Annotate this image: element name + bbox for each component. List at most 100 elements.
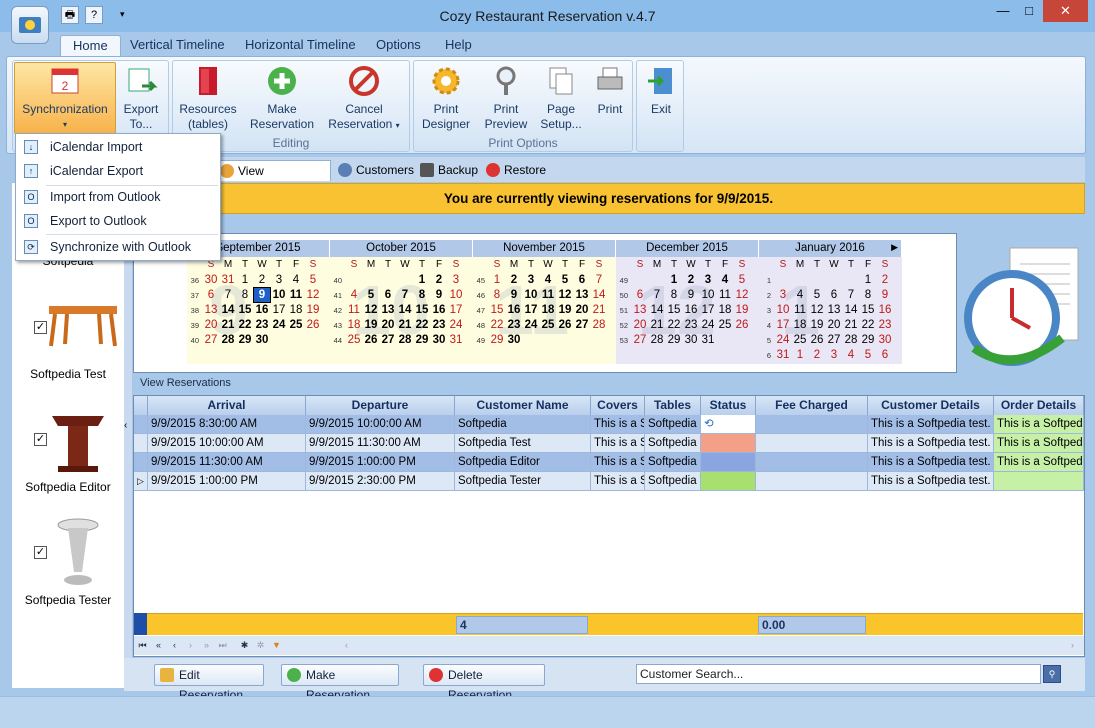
calendar-day[interactable]: 7 [843,288,859,302]
calendar-day[interactable]: 19 [363,318,379,332]
calendar-day[interactable]: 23 [683,318,699,332]
delete-reservation-button[interactable]: Delete Reservation [423,664,545,702]
calendar-day[interactable]: 7 [649,288,665,302]
calendar-day[interactable]: 6 [574,273,590,287]
calendar-day[interactable]: 4 [717,273,733,287]
calendar-day[interactable]: 16 [431,303,447,317]
calendar-day[interactable]: 16 [506,303,522,317]
calendar-day[interactable]: 9 [877,288,893,302]
make-reservation-bottom-button[interactable]: Make Reservation [281,664,399,702]
calendar-day[interactable]: 5 [557,273,573,287]
cell-arrival[interactable]: 9/9/2015 8:30:00 AM [148,415,306,434]
calendar-day[interactable]: 5 [734,273,750,287]
cell-departure[interactable]: 9/9/2015 2:30:00 PM [306,472,455,491]
calendar-day[interactable]: 19 [557,303,573,317]
hscroll-right-icon[interactable]: › [1066,639,1079,652]
table-row[interactable]: 9/9/2015 10:00:00 AM 9/9/2015 11:30:00 AM… [134,434,1084,453]
calendar-day[interactable]: 22 [489,318,505,332]
calendar-day[interactable]: 10 [523,288,539,302]
minimize-button[interactable]: — [990,0,1016,22]
calendar-day[interactable]: 18 [346,318,362,332]
calendar-day[interactable]: 15 [489,303,505,317]
calendar-day[interactable]: 13 [632,303,648,317]
calendar-day[interactable]: 16 [683,303,699,317]
tab-help[interactable]: Help [433,35,484,57]
calendar-day[interactable]: 11 [346,303,362,317]
resource-checkbox-2[interactable]: ✓ [34,321,47,334]
calendar-day[interactable]: 1 [414,273,430,287]
calendar-day[interactable]: 8 [666,288,682,302]
calendar-day[interactable]: 3 [448,273,464,287]
calendar-day[interactable]: 2 [877,273,893,287]
calendar-day[interactable]: 3 [523,273,539,287]
binoculars-icon[interactable]: ⚲ [1043,665,1061,683]
calendar-day[interactable]: 14 [591,288,607,302]
insert-record-icon[interactable]: ✱ [238,639,251,652]
exit-button[interactable]: Exit [640,64,682,117]
calendar-day[interactable]: 4 [288,273,304,287]
col-order-details[interactable]: Order Details [994,396,1084,415]
calendar-day[interactable]: 16 [254,303,270,317]
cell-arrival[interactable]: 9/9/2015 1:00:00 PM [148,472,306,491]
next-month-icon[interactable]: ▶ [891,242,898,253]
calendar-day[interactable]: 12 [305,288,321,302]
calendar-day[interactable]: 24 [448,318,464,332]
calendar-day[interactable]: 2 [506,273,522,287]
calendar-day[interactable]: 5 [860,348,876,362]
calendar-day[interactable]: 8 [489,288,505,302]
calendar-day[interactable]: 2 [431,273,447,287]
calendar-day[interactable]: 10 [775,303,791,317]
calendar-day[interactable]: 5 [305,273,321,287]
cell-fee[interactable] [756,415,868,434]
calendar-day[interactable]: 7 [397,288,413,302]
calendar-day[interactable]: 29 [414,333,430,347]
calendar-day[interactable]: 12 [734,288,750,302]
collapse-arrow-icon[interactable]: ‹ [124,420,127,431]
cell-order[interactable] [994,472,1084,491]
last-record-icon[interactable]: ⏭ [216,639,229,652]
maximize-button[interactable]: □ [1016,0,1042,22]
calendar-day[interactable]: 30 [203,273,219,287]
calendar-day[interactable]: 26 [305,318,321,332]
calendar-day[interactable]: 24 [775,333,791,347]
cell-tables[interactable]: Softpedia T [645,434,701,453]
cell-customer[interactable]: Softpedia Test [455,434,591,453]
close-button[interactable]: ✕ [1043,0,1088,22]
calendar-day[interactable]: 18 [792,318,808,332]
next-page-icon[interactable]: » [200,639,213,652]
calendar-day[interactable]: 26 [363,333,379,347]
calendar-day[interactable]: 20 [826,318,842,332]
calendar-day[interactable]: 15 [666,303,682,317]
cell-covers[interactable]: This is a Sc [591,472,645,491]
multi-insert-icon[interactable]: ✲ [254,639,267,652]
cell-covers[interactable]: This is a Sc [591,434,645,453]
col-arrival[interactable]: Arrival [148,396,306,415]
calendar-day[interactable]: 22 [237,318,253,332]
calendar-day[interactable]: 6 [203,288,219,302]
calendar-day[interactable]: 23 [254,318,270,332]
cell-tables[interactable]: Softpedia E [645,453,701,472]
calendar-day[interactable]: 20 [380,318,396,332]
cancel-reservation-button[interactable]: Cancel Reservation ▾ [324,64,404,133]
calendar-day[interactable]: 1 [666,273,682,287]
calendar-day[interactable]: 27 [632,333,648,347]
calendar-day[interactable]: 28 [591,318,607,332]
calendar-day[interactable]: 30 [506,333,522,347]
calendar-day[interactable]: 14 [843,303,859,317]
cell-order[interactable]: This is a Softpedia [994,453,1084,472]
calendar-day[interactable]: 2 [809,348,825,362]
calendar-day[interactable]: 3 [700,273,716,287]
hscroll-left-icon[interactable]: ‹ [340,639,353,652]
cell-fee[interactable] [756,434,868,453]
calendar-day[interactable]: 1 [489,273,505,287]
cell-arrival[interactable]: 9/9/2015 10:00:00 AM [148,434,306,453]
calendar-day[interactable]: 9 [506,288,522,302]
col-tables[interactable]: Tables [645,396,701,415]
resources-button[interactable]: Resources (tables) [176,64,240,132]
calendar-day[interactable]: 21 [843,318,859,332]
calendar-day[interactable]: 8 [414,288,430,302]
calendar-day[interactable]: 21 [397,318,413,332]
resource-checkbox-3[interactable]: ✓ [34,433,47,446]
calendar-day[interactable]: 11 [288,288,304,302]
cell-departure[interactable]: 9/9/2015 1:00:00 PM [306,453,455,472]
